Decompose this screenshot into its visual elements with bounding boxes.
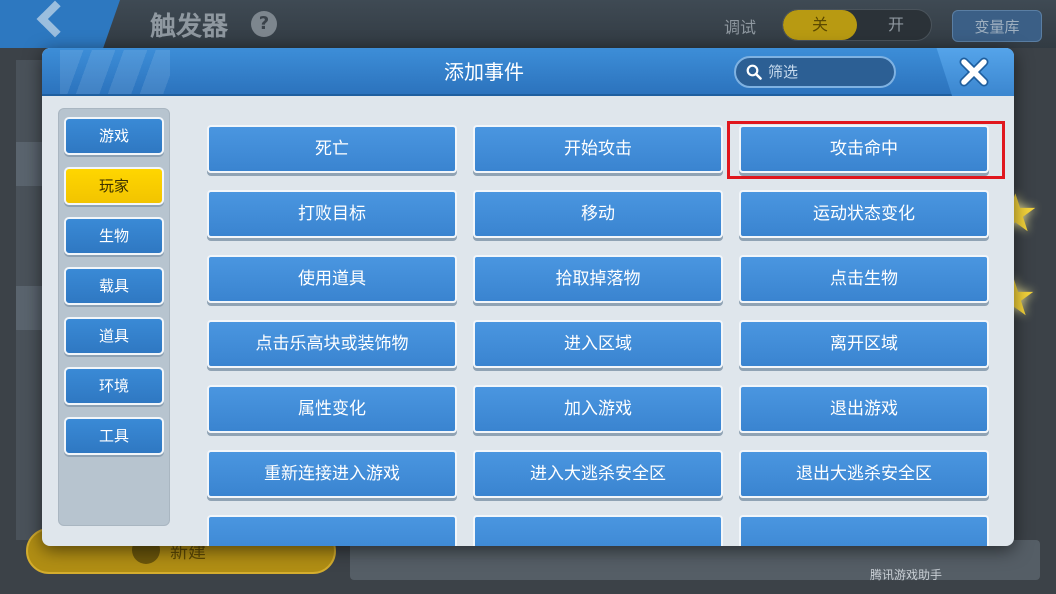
event-button[interactable] xyxy=(207,515,457,546)
back-button[interactable] xyxy=(0,0,120,48)
event-button[interactable]: 点击乐高块或装饰物 xyxy=(207,320,457,368)
search-icon xyxy=(746,64,762,80)
debug-label: 调试 xyxy=(724,18,757,37)
event-button[interactable]: 进入大逃杀安全区 xyxy=(473,450,723,498)
event-button[interactable]: 离开区域 xyxy=(739,320,989,368)
event-button[interactable]: 退出大逃杀安全区 xyxy=(739,450,989,498)
event-button[interactable]: 开始攻击 xyxy=(473,125,723,173)
debug-toggle-off[interactable]: 关 xyxy=(783,10,857,40)
event-button[interactable]: 移动 xyxy=(473,190,723,238)
event-button[interactable]: 拾取掉落物 xyxy=(473,255,723,303)
question-icon[interactable]: ? xyxy=(251,11,277,37)
variable-library-button[interactable]: 变量库 xyxy=(952,10,1042,42)
event-button[interactable]: 退出游戏 xyxy=(739,385,989,433)
debug-toggle[interactable]: 关 开 xyxy=(782,9,932,41)
event-button[interactable] xyxy=(473,515,723,546)
event-button[interactable]: 死亡 xyxy=(207,125,457,173)
event-button[interactable]: 重新连接进入游戏 xyxy=(207,450,457,498)
event-button[interactable]: 运动状态变化 xyxy=(739,190,989,238)
page-title: 触发器 xyxy=(150,12,229,42)
highlight-annotation xyxy=(727,121,1005,179)
dialog-header: 添加事件 xyxy=(42,48,1014,96)
event-button[interactable]: 打败目标 xyxy=(207,190,457,238)
event-button[interactable]: 进入区域 xyxy=(473,320,723,368)
event-button[interactable] xyxy=(739,515,989,546)
category-game[interactable]: 游戏 xyxy=(64,117,164,155)
event-button[interactable]: 加入游戏 xyxy=(473,385,723,433)
event-button[interactable]: 点击生物 xyxy=(739,255,989,303)
watermark: 腾讯游戏助手 xyxy=(870,568,943,582)
category-vehicle[interactable]: 载具 xyxy=(64,267,164,305)
event-button[interactable]: 属性变化 xyxy=(207,385,457,433)
back-arrow-icon xyxy=(36,0,74,38)
debug-toggle-on[interactable]: 开 xyxy=(861,10,931,40)
event-button[interactable]: 使用道具 xyxy=(207,255,457,303)
close-icon[interactable] xyxy=(958,56,990,88)
search-input[interactable] xyxy=(768,61,886,83)
category-creature[interactable]: 生物 xyxy=(64,217,164,255)
category-item[interactable]: 道具 xyxy=(64,317,164,355)
category-player[interactable]: 玩家 xyxy=(64,167,164,205)
category-sidebar: 游戏 玩家 生物 载具 道具 环境 工具 xyxy=(58,108,170,526)
category-tools[interactable]: 工具 xyxy=(64,417,164,455)
category-environment[interactable]: 环境 xyxy=(64,367,164,405)
add-event-dialog: 添加事件 游戏 玩家 生物 载具 道具 环境 工具 死亡 开始攻击 攻击命中 打… xyxy=(42,48,1014,546)
search-box[interactable] xyxy=(734,56,896,88)
